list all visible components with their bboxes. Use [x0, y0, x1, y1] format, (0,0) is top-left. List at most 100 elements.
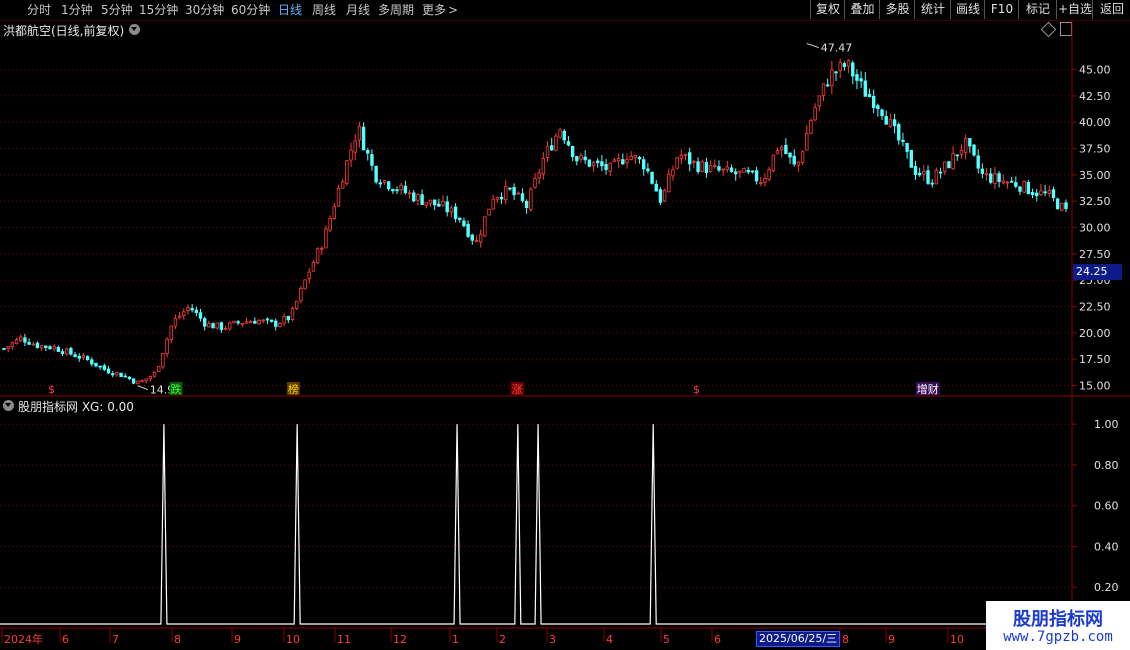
candle-body [512, 187, 516, 196]
candle-body [654, 183, 658, 192]
time-label: 3 [549, 633, 556, 646]
candle-body [136, 380, 140, 385]
candle-body [884, 115, 888, 125]
candle-body [453, 206, 458, 219]
candle-body [587, 159, 592, 167]
candle-body [299, 288, 303, 302]
candle-body [424, 202, 428, 206]
candle-body [683, 153, 688, 156]
time-label: 11 [337, 633, 351, 646]
candle-body [721, 168, 725, 171]
candle-body [478, 233, 483, 243]
candle-body [56, 346, 61, 352]
candle-body [462, 220, 466, 227]
time-label: 7 [112, 633, 119, 646]
candle-body [102, 365, 107, 370]
kline-chart[interactable]: 45.00 42.50 40.00 37.50 35.00 32.50 30.00 27.50… [0, 0, 1130, 650]
candle-body [943, 161, 947, 172]
indicator-tick-label: 1.00 [1094, 418, 1119, 431]
candle-body [963, 137, 968, 153]
price-tick-label: 17.50 [1079, 353, 1111, 366]
candle-body [236, 321, 240, 324]
candle-body [1001, 180, 1005, 184]
candle-body [366, 150, 370, 154]
candle-body [35, 342, 40, 349]
time-label: 6 [714, 633, 721, 646]
candle-body [14, 339, 19, 345]
candle-body [6, 345, 10, 350]
candle-body [248, 321, 253, 324]
candle-body [750, 170, 755, 173]
candle-body [901, 139, 905, 142]
candle-body [650, 171, 654, 184]
price-tick-label: 32.50 [1079, 195, 1111, 208]
candle-body [345, 160, 349, 184]
candle-body [767, 168, 771, 180]
time-label: 2 [499, 633, 506, 646]
candle-body [1051, 189, 1056, 198]
price-tick-label: 20.00 [1079, 327, 1111, 340]
candle-body [851, 62, 855, 77]
candle-body [445, 201, 449, 213]
candle-body [591, 161, 596, 167]
candle-body [1030, 192, 1035, 196]
event-marker: $ [48, 383, 55, 396]
candle-body [90, 359, 94, 365]
candle-body [846, 60, 851, 67]
candle-body [688, 152, 692, 165]
candle-body [182, 311, 186, 316]
candle-body [491, 198, 495, 210]
high-label: 47.47 [821, 42, 853, 55]
candle-body [1047, 190, 1051, 194]
candle-body [111, 373, 115, 376]
xg-signal-line [0, 424, 1072, 625]
candle-body [867, 94, 872, 98]
candle-body [194, 309, 199, 314]
candle-body [704, 162, 709, 174]
candle-body [357, 125, 362, 141]
indicator-tick-label: 0.20 [1094, 581, 1119, 594]
price-tick-label: 42.50 [1079, 90, 1111, 103]
candle-body [215, 322, 219, 329]
candle-body [131, 378, 136, 384]
candle-body [65, 348, 69, 355]
candle-body [708, 165, 713, 173]
candle-body [637, 156, 642, 160]
candle-body [1026, 181, 1031, 195]
candle-body [696, 161, 700, 172]
high-pointer [806, 43, 819, 49]
candle-body [955, 154, 959, 157]
candle-body [993, 173, 997, 184]
candle-body [830, 69, 834, 87]
candle-body [94, 362, 98, 367]
candle-body [713, 165, 717, 167]
candle-body [253, 320, 257, 324]
candle-body [583, 156, 587, 161]
candle-body [19, 336, 23, 341]
cursor-date-tag: 2025/06/25/三 [756, 631, 841, 647]
candle-body [600, 161, 604, 167]
candle-body [792, 155, 796, 165]
candle-body [1039, 190, 1043, 195]
candle-body [315, 248, 320, 264]
candle-body [487, 208, 491, 216]
candle-body [980, 168, 985, 174]
candle-body [311, 261, 316, 272]
candle-body [165, 338, 169, 355]
candle-body [27, 341, 31, 345]
candle-body [771, 154, 776, 172]
candle-body [579, 155, 583, 160]
candle-body [692, 160, 696, 163]
time-label: 4 [606, 633, 613, 646]
candle-body [119, 372, 123, 378]
candle-body [332, 206, 337, 219]
candle-body [458, 217, 462, 221]
price-tick-label: 45.00 [1079, 64, 1111, 77]
candle-body [2, 348, 6, 350]
price-tick-label: 27.50 [1079, 248, 1111, 261]
candle-body [917, 172, 922, 176]
candle-body [186, 307, 190, 312]
candle-body [863, 80, 868, 97]
candle-body [1022, 180, 1026, 193]
indicator-tick-label: 0.40 [1094, 540, 1119, 553]
